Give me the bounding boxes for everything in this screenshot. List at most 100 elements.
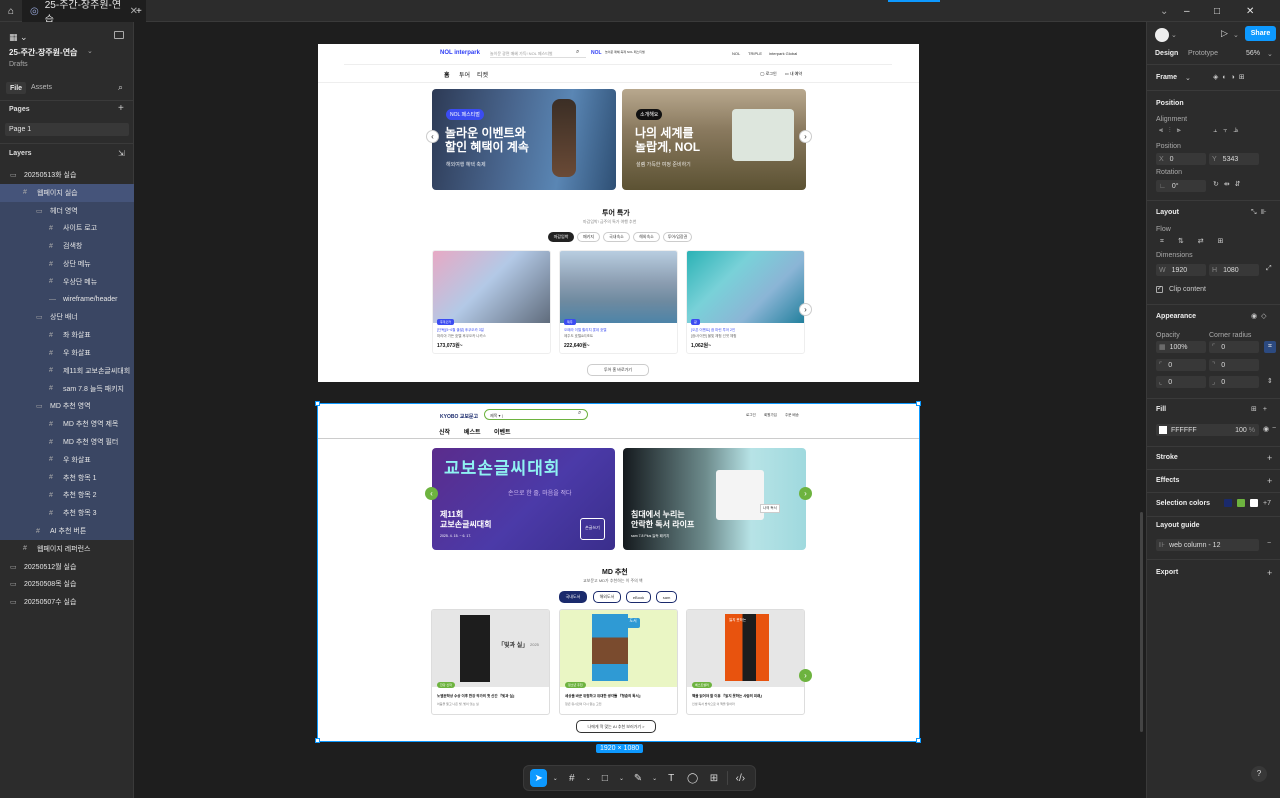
- fill-field[interactable]: FFFFFF 100 %: [1156, 424, 1259, 436]
- chevron-down-icon[interactable]: ⌄: [1152, 0, 1176, 22]
- remove-guide-icon[interactable]: −: [1267, 540, 1271, 547]
- kyobo-nav-best[interactable]: 베스트: [464, 427, 481, 436]
- layer-item[interactable]: # MD 추천 영역 필터: [0, 433, 134, 451]
- zoom-chevron-icon[interactable]: ⌄: [1267, 50, 1273, 58]
- md-filter-ebook[interactable]: eBook: [626, 591, 651, 603]
- corner-bl-field[interactable]: ⌞ 0: [1156, 376, 1206, 388]
- align-vertical-icons[interactable]: ⫠⫟⫡: [1213, 127, 1244, 135]
- nav-ticket[interactable]: 티켓: [477, 70, 488, 79]
- rectangle-tool-icon[interactable]: □: [596, 769, 613, 787]
- canvas-scrollbar[interactable]: [1140, 512, 1143, 732]
- md-filter-foreign[interactable]: 해외도서: [593, 591, 621, 603]
- layer-item[interactable]: ▭ MD 추천 영역: [0, 397, 134, 416]
- kyobo-banner-prev-arrow[interactable]: ‹: [425, 487, 438, 500]
- selection-color-swatch[interactable]: [1224, 499, 1232, 507]
- tab-assets[interactable]: Assets: [31, 84, 52, 91]
- md-filter-domestic[interactable]: 국내도서: [559, 591, 587, 603]
- kyobo-top-order[interactable]: 주문 배송: [785, 413, 799, 418]
- tab-prototype[interactable]: Prototype: [1188, 50, 1218, 57]
- corner-tr-field[interactable]: ⌝ 0: [1209, 359, 1259, 371]
- kyobo-nav-new[interactable]: 신작: [439, 427, 450, 436]
- layer-item[interactable]: ▭ 20250513화 실습: [0, 166, 134, 184]
- radius-field[interactable]: ⌜ 0: [1209, 341, 1259, 353]
- layer-item[interactable]: # 추천 항목 1: [0, 468, 134, 487]
- layer-item[interactable]: ▭ 20250507수 실습: [0, 593, 134, 611]
- layer-item[interactable]: # 제11회 교보손글씨대회: [0, 361, 134, 380]
- play-chevron-icon[interactable]: ⌄: [1233, 31, 1239, 39]
- tour-next-arrow[interactable]: ›: [799, 303, 812, 316]
- top-link-triple[interactable]: TRIPLE: [748, 51, 762, 56]
- fill-tools-icons[interactable]: ⊞+: [1251, 405, 1273, 413]
- tour-home-button[interactable]: 투어 홈 바로가기: [587, 364, 649, 376]
- banner-sam-reader[interactable]: 나의 독서 침대에서 누리는 안락한 독서 라이프 sam 7.8 Plus 늘…: [623, 448, 806, 550]
- md-next-arrow[interactable]: ›: [799, 669, 812, 682]
- flow-option-icons[interactable]: ⌗⇅⇄⊞: [1160, 237, 1238, 246]
- drafts-label[interactable]: Drafts: [9, 61, 28, 68]
- constrain-icon[interactable]: ⤢: [1266, 265, 1272, 273]
- collapse-layers-icon[interactable]: ⇲: [118, 149, 125, 158]
- fill-swatch[interactable]: [1159, 426, 1167, 434]
- banner-nol-festival[interactable]: NOL 페스티벌 놀라운 이벤트와 할인 혜택이 계속 해외여행 혜택 축제: [432, 89, 616, 190]
- avatar[interactable]: [1155, 28, 1169, 42]
- share-button[interactable]: Share: [1245, 26, 1276, 41]
- selection-colors-more[interactable]: +7: [1263, 500, 1271, 507]
- move-tool-icon[interactable]: ➤: [530, 769, 548, 787]
- height-field[interactable]: H 1080: [1209, 264, 1259, 276]
- tour-filter-overseas[interactable]: 해외숙소: [633, 232, 660, 242]
- move-tool-chevron-icon[interactable]: ⌄: [551, 769, 559, 787]
- eye-icon[interactable]: ◉: [1263, 425, 1269, 433]
- kyobo-banner-next-arrow[interactable]: ›: [799, 487, 812, 500]
- play-icon[interactable]: ▷: [1221, 28, 1228, 39]
- search-icon[interactable]: ⌕: [578, 410, 581, 417]
- layer-item[interactable]: ▭ 헤더 영역: [0, 201, 134, 220]
- x-field[interactable]: X0: [1156, 153, 1206, 165]
- align-horizontal-icons[interactable]: ⫷⫶⫸: [1159, 127, 1187, 135]
- layout-guide-field[interactable]: ⊪ web column - 12: [1156, 539, 1259, 551]
- layer-item[interactable]: # 우상단 메뉴: [0, 272, 134, 291]
- layer-item[interactable]: — wireframe/header: [0, 290, 134, 309]
- dev-mode-icon[interactable]: ‹/›: [732, 769, 749, 787]
- tour-filter-ticket[interactable]: 투어/입장권: [663, 232, 692, 242]
- tour-card-2[interactable]: 제주 오페라 이젤 힐리치 롯데 호텔 제주도 호텔&리조트 222,640원~: [559, 250, 678, 354]
- minimize-button[interactable]: –: [1176, 0, 1198, 22]
- my-reserve-link[interactable]: ▭ 내 예약: [785, 71, 802, 77]
- rotation-field[interactable]: ∟ 0°: [1156, 180, 1206, 192]
- top-link-nol[interactable]: NOL: [732, 51, 740, 56]
- add-page-icon[interactable]: +: [118, 103, 124, 114]
- tour-card-1[interactable]: 후쿠오카 [단독][5~6월 출발] 후쿠오카 3일 마리아 가든 호텔 후쿠오…: [432, 250, 551, 354]
- kyobo-search-input[interactable]: 제목 ▾ |: [484, 409, 588, 420]
- shape-tool-chevron-icon[interactable]: ⌄: [618, 769, 626, 787]
- tab-file[interactable]: File: [6, 82, 27, 94]
- selection-color-swatch[interactable]: [1250, 499, 1258, 507]
- md-book-card-1[interactable]: 「빛과 실」 2025 한강 신작 노벨문학상 수상 이후 한강 작가의 첫 신…: [431, 609, 550, 715]
- clip-content-checkbox[interactable]: ✓: [1156, 286, 1163, 293]
- figma-menu-icon[interactable]: ▦ ⌄: [9, 32, 28, 43]
- search-icon[interactable]: ⌕: [576, 49, 579, 56]
- home-icon[interactable]: ⌂: [0, 0, 22, 22]
- file-title[interactable]: 25-주간-장주원-연습: [9, 47, 77, 58]
- corner-smoothing-icon[interactable]: ⇕: [1267, 377, 1273, 385]
- tour-card-3[interactable]: 괌 [오픈 이벤트] 괌 마린 투어 2인 [괌/사이판] 물빛 체험 선셋 체…: [686, 250, 805, 354]
- flip-icons[interactable]: ↻⇹⇵: [1213, 180, 1246, 188]
- resize-handle[interactable]: [916, 738, 921, 743]
- frame-chevron-icon[interactable]: ⌄: [1185, 74, 1191, 82]
- maximize-button[interactable]: □: [1206, 0, 1228, 22]
- width-field[interactable]: W 1920: [1156, 264, 1206, 276]
- layer-item[interactable]: # 웹페이지 실습: [0, 183, 134, 202]
- login-link[interactable]: ◯ 로그인: [760, 71, 777, 77]
- layer-item[interactable]: # AI 추천 버튼: [0, 522, 134, 540]
- banner-cta-button[interactable]: 손글쓰기: [580, 518, 605, 540]
- frame-tool-icon[interactable]: #: [563, 769, 580, 787]
- layer-item[interactable]: # 좌 화살표: [0, 326, 134, 345]
- layer-item[interactable]: # 상단 메뉴: [0, 255, 134, 273]
- interpark-logo[interactable]: NOL interpark: [440, 50, 480, 56]
- add-export-icon[interactable]: +: [1267, 568, 1272, 578]
- close-window-button[interactable]: ✕: [1238, 0, 1262, 22]
- banner-nol-world[interactable]: 소개해요 나의 세계를 놀랍게, NOL 설렘 가득한 여정 준비하기: [622, 89, 806, 190]
- search-select[interactable]: 제목: [490, 413, 497, 418]
- resize-handle[interactable]: [315, 401, 320, 406]
- resize-handle[interactable]: [916, 401, 921, 406]
- layer-item[interactable]: # sam 7.8 늘득 패키지: [0, 379, 134, 398]
- sidebar-toggle-icon[interactable]: [114, 31, 124, 39]
- kyobo-logo[interactable]: KYOBO 교보문고: [440, 413, 478, 420]
